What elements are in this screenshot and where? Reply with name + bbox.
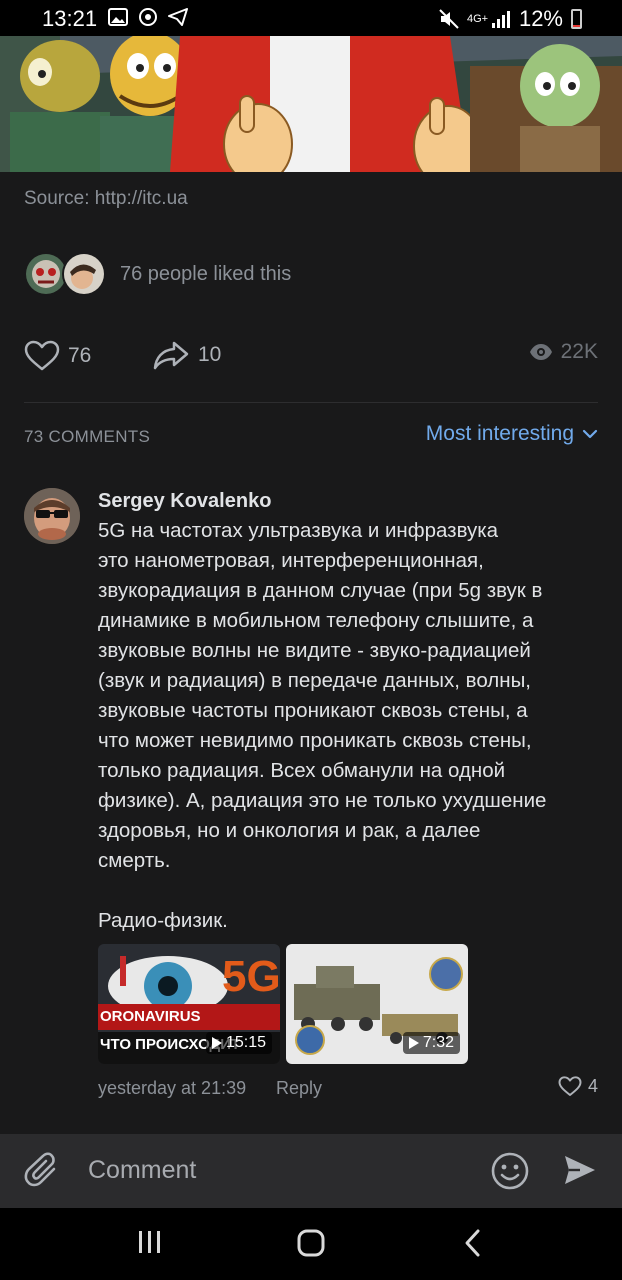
- video-badge: 5G: [222, 952, 280, 1001]
- likers-text: 76 people liked this: [120, 262, 292, 285]
- video-caption-top: ORONAVIRUS: [100, 1008, 201, 1025]
- comments-count: 73 COMMENTS: [24, 427, 151, 446]
- status-right: 4G+ 12%: [439, 6, 582, 32]
- divider: [24, 402, 598, 403]
- video-duration: 7:32: [402, 1032, 460, 1054]
- chevron-down-icon: [582, 429, 598, 439]
- app-icon: [139, 8, 157, 26]
- send-icon[interactable]: [562, 1152, 598, 1188]
- views-count: 22K: [560, 340, 598, 363]
- notification-icons: [108, 8, 188, 26]
- attach-icon[interactable]: [24, 1152, 62, 1190]
- share-icon: [153, 341, 189, 370]
- battery-icon: [571, 9, 582, 29]
- video-duration: 15:15: [205, 1032, 272, 1054]
- post-actions: 76 10 22K: [24, 340, 598, 380]
- recent-apps-icon[interactable]: [136, 1228, 164, 1256]
- heart-icon: [558, 1076, 582, 1097]
- comment-body: Sergey Kovalenko 5G на частотах ультразв…: [98, 488, 598, 936]
- heart-icon: [24, 340, 60, 371]
- eye-icon: [529, 344, 552, 360]
- comment-author[interactable]: Sergey Kovalenko: [98, 488, 598, 514]
- play-icon: [408, 1037, 419, 1049]
- battery-percent: 12%: [518, 6, 563, 31]
- reply-button[interactable]: Reply: [276, 1078, 322, 1099]
- liker-avatar[interactable]: [62, 252, 106, 296]
- gallery-icon: [108, 8, 128, 26]
- post-source[interactable]: Source: http://itc.ua: [24, 188, 188, 210]
- likers-row[interactable]: 76 people liked this: [24, 252, 291, 296]
- mute-icon: [439, 9, 459, 29]
- duration-label: 7:32: [422, 1034, 454, 1051]
- share-count: 10: [198, 343, 222, 366]
- emoji-icon[interactable]: [490, 1151, 530, 1191]
- comments-header: 73 COMMENTS Most interesting: [24, 422, 598, 452]
- back-icon[interactable]: [462, 1228, 486, 1258]
- duration-label: 15:15: [225, 1034, 266, 1051]
- system-navbar: [0, 1208, 622, 1280]
- comment-meta: yesterday at 21:39 Reply 4: [98, 1076, 598, 1102]
- like-button[interactable]: 76: [24, 340, 91, 372]
- comment-compose: Comment: [0, 1134, 622, 1208]
- like-count: 76: [68, 344, 92, 367]
- video-attachment[interactable]: 7:32: [286, 944, 468, 1064]
- signal-icon: [491, 11, 510, 28]
- home-icon[interactable]: [296, 1228, 326, 1258]
- avatar[interactable]: [24, 488, 80, 544]
- sort-dropdown[interactable]: Most interesting: [426, 422, 598, 446]
- views-counter: 22K: [529, 340, 598, 364]
- video-attachment[interactable]: 5G ORONAVIRUS ЧТО ПРОИСХОДИТ 15:15: [98, 944, 280, 1064]
- sort-label: Most interesting: [425, 422, 574, 445]
- network-icon: 4G+: [466, 12, 489, 25]
- status-time: 13:21: [42, 6, 98, 31]
- comment-like-button[interactable]: 4: [558, 1076, 598, 1097]
- play-icon: [211, 1037, 222, 1049]
- telegram-icon: [168, 8, 188, 26]
- share-button[interactable]: 10: [152, 340, 221, 370]
- status-bar: 13:21 4G+ 12%: [0, 0, 622, 36]
- post-image[interactable]: [0, 36, 622, 172]
- comment-input[interactable]: Comment: [88, 1156, 196, 1185]
- comment-date: yesterday at 21:39: [98, 1078, 247, 1098]
- comment-text: 5G на частотах ультразвука и инфразвука …: [98, 519, 547, 932]
- comment-attachments: 5G ORONAVIRUS ЧТО ПРОИСХОДИТ 15:15 7:32: [98, 944, 468, 1064]
- comment-like-count: 4: [587, 1076, 598, 1096]
